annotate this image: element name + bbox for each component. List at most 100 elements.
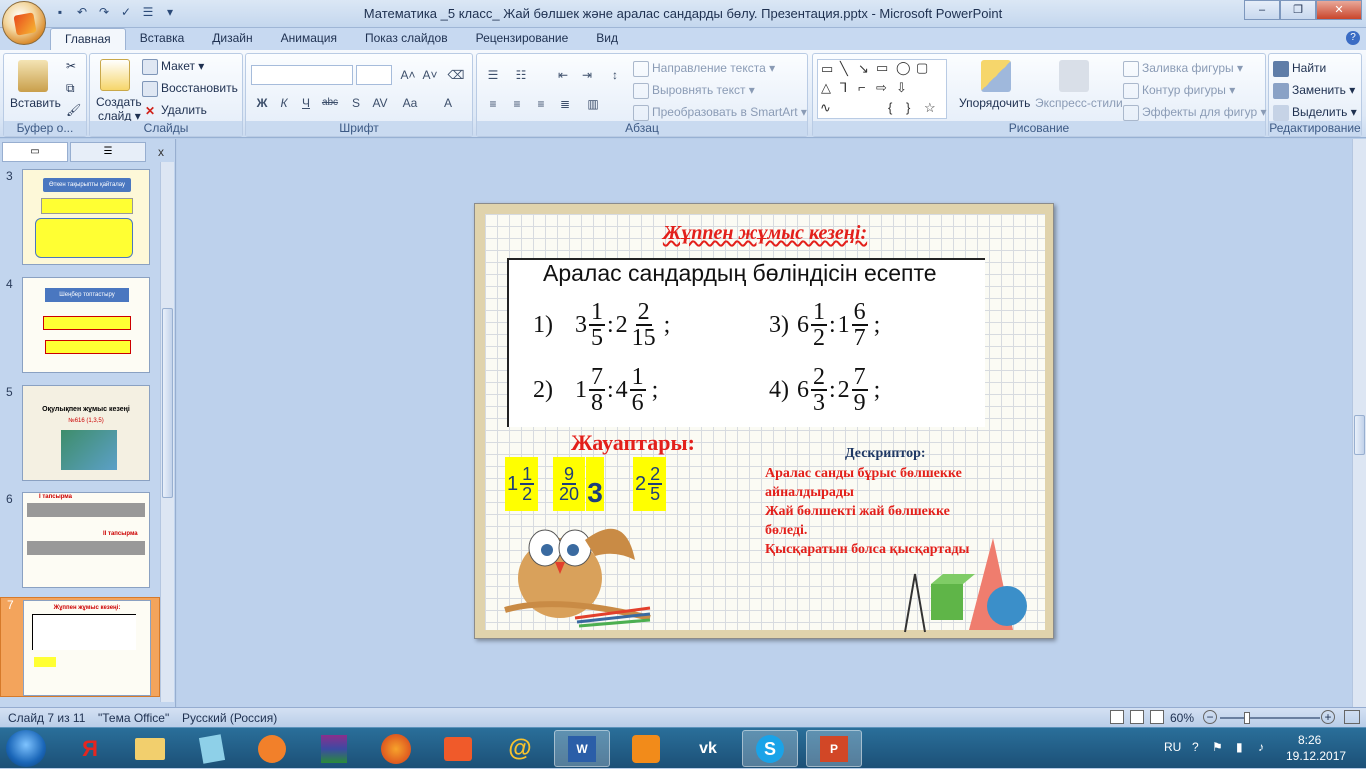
spacing-icon[interactable]: AV bbox=[370, 94, 390, 112]
align-text-button[interactable]: Выровнять текст ▾ bbox=[633, 83, 755, 99]
mail-app-icon[interactable]: @ bbox=[492, 730, 548, 767]
slide-title[interactable]: Жұппен жұмыс кезеңі: bbox=[475, 222, 1053, 245]
line-shape-icon[interactable]: ╲ bbox=[840, 61, 848, 77]
zoom-slider[interactable] bbox=[1220, 717, 1320, 719]
strikethrough-icon[interactable]: abc bbox=[320, 94, 340, 112]
arrange-button[interactable]: Упорядочить bbox=[959, 96, 1030, 110]
winrar-icon[interactable] bbox=[306, 730, 362, 767]
answers-title[interactable]: Жауаптары: bbox=[571, 430, 695, 456]
powerpoint-icon[interactable]: P bbox=[806, 730, 862, 767]
clock-time[interactable]: 8:26 bbox=[1298, 733, 1321, 747]
close-button[interactable]: ✕ bbox=[1316, 0, 1362, 20]
brace-right-shape-icon[interactable]: } bbox=[906, 100, 910, 115]
tab-design[interactable]: Дизайн bbox=[198, 28, 266, 50]
arrow-shape-icon[interactable]: ↘ bbox=[858, 61, 869, 77]
thumbnail-slide-3[interactable]: 3 Өткен тақырыпты қайталау bbox=[0, 169, 160, 271]
line-spacing-icon[interactable]: ↕ bbox=[605, 66, 625, 84]
tab-insert[interactable]: Вставка bbox=[126, 28, 199, 50]
editor-scrollbar[interactable] bbox=[1352, 139, 1366, 707]
media-player-icon[interactable] bbox=[244, 730, 300, 767]
new-slide-button[interactable]: Создать bbox=[96, 95, 142, 109]
curve-shape-icon[interactable]: ∿ bbox=[820, 100, 831, 116]
tab-slideshow[interactable]: Показ слайдов bbox=[351, 28, 462, 50]
shadow-icon[interactable]: S bbox=[346, 94, 366, 112]
brace-left-shape-icon[interactable]: { bbox=[888, 100, 892, 115]
thumbnail-slide-5[interactable]: 5 Оқулықпен жұмыс кезеңі №616 (1,3,5) bbox=[0, 385, 160, 487]
zoom-slider-thumb[interactable] bbox=[1244, 712, 1250, 724]
bold-icon[interactable]: Ж bbox=[252, 94, 272, 112]
scrollbar-thumb[interactable] bbox=[1354, 415, 1365, 455]
increase-indent-icon[interactable]: ⇥ bbox=[577, 66, 597, 84]
font-color-icon[interactable]: A bbox=[438, 94, 458, 112]
language-indicator[interactable]: Русский (Россия) bbox=[182, 711, 277, 725]
decrease-indent-icon[interactable]: ⇤ bbox=[553, 66, 573, 84]
office-button[interactable] bbox=[2, 1, 46, 45]
connector-shape-icon[interactable]: ⅂ bbox=[840, 80, 847, 96]
underline-icon[interactable]: Ч bbox=[296, 94, 316, 112]
skype-icon[interactable]: S bbox=[742, 730, 798, 767]
numbering-icon[interactable]: ☷ bbox=[511, 66, 531, 84]
select-button[interactable]: Выделить ▾ bbox=[1273, 105, 1357, 121]
align-left-icon[interactable]: ≡ bbox=[483, 95, 503, 113]
replace-button[interactable]: Заменить ▾ bbox=[1273, 83, 1355, 99]
thumbnails-scrollbar[interactable] bbox=[160, 162, 174, 702]
clock-date[interactable]: 19.12.2017 bbox=[1286, 749, 1346, 763]
clear-format-icon[interactable]: ⌫ bbox=[446, 66, 466, 84]
tray-volume-icon[interactable]: ♪ bbox=[1258, 740, 1264, 754]
down-arrow-shape-icon[interactable]: ⇩ bbox=[896, 80, 907, 96]
file-explorer-icon[interactable] bbox=[122, 730, 178, 767]
oval-shape-icon[interactable]: ◯ bbox=[896, 60, 911, 76]
align-right-icon[interactable]: ≡ bbox=[531, 95, 551, 113]
triangle-shape-icon[interactable]: △ bbox=[821, 80, 831, 96]
format-painter-icon[interactable]: 🖌 bbox=[66, 103, 81, 117]
store-icon[interactable] bbox=[430, 730, 486, 767]
text-direction-button[interactable]: Направление текста ▾ bbox=[633, 61, 775, 77]
shape-outline-button[interactable]: Контур фигуры ▾ bbox=[1123, 83, 1235, 99]
font-size-combo[interactable] bbox=[356, 65, 392, 85]
firefox-icon[interactable] bbox=[368, 730, 424, 767]
shape-fill-button[interactable]: Заливка фигуры ▾ bbox=[1123, 61, 1243, 77]
zoom-in-icon[interactable]: + bbox=[1321, 710, 1335, 724]
normal-view-icon[interactable] bbox=[1110, 710, 1124, 724]
right-arrow-shape-icon[interactable]: ⇨ bbox=[876, 80, 887, 96]
rounded-rect-shape-icon[interactable]: ▢ bbox=[916, 60, 928, 76]
justify-icon[interactable]: ≣ bbox=[555, 95, 575, 113]
smartart-button[interactable]: Преобразовать в SmartArt ▾ bbox=[633, 105, 807, 121]
fit-to-window-icon[interactable] bbox=[1344, 710, 1360, 724]
zoom-level[interactable]: 60% bbox=[1170, 711, 1194, 725]
shape-effects-button[interactable]: Эффекты для фигур ▾ bbox=[1123, 105, 1267, 121]
word-icon[interactable]: W bbox=[554, 730, 610, 767]
copy-icon[interactable]: ⧉ bbox=[66, 81, 75, 96]
task-image[interactable]: Аралас сандардың бөліндісін есепте 1) 3 … bbox=[507, 258, 985, 427]
slide-canvas[interactable]: Жұппен жұмыс кезеңі: Аралас сандардың бө… bbox=[474, 203, 1054, 639]
columns-icon[interactable]: ▥ bbox=[583, 95, 603, 113]
scrollbar-thumb[interactable] bbox=[162, 308, 173, 498]
bullets-icon[interactable]: ☰ bbox=[483, 66, 503, 84]
elbow-shape-icon[interactable]: ⌐ bbox=[858, 80, 866, 95]
arrange-icon[interactable] bbox=[981, 60, 1011, 92]
notes-app-icon[interactable] bbox=[184, 730, 240, 767]
maximize-button[interactable]: ❐ bbox=[1280, 0, 1316, 20]
start-button[interactable] bbox=[6, 730, 46, 767]
slideshow-icon[interactable] bbox=[1150, 710, 1164, 724]
tray-flag-icon[interactable]: ⚑ bbox=[1212, 740, 1223, 754]
layout-button[interactable]: Макет ▾ bbox=[142, 59, 204, 75]
reset-button[interactable]: Восстановить bbox=[142, 81, 238, 97]
odnoklassniki-icon[interactable] bbox=[618, 730, 674, 767]
descriptor-title[interactable]: Дескриптор: bbox=[845, 446, 926, 462]
find-button[interactable]: Найти bbox=[1273, 61, 1326, 77]
quick-styles-icon[interactable] bbox=[1059, 60, 1089, 92]
star-shape-icon[interactable]: ☆ bbox=[924, 100, 936, 116]
theme-name[interactable]: "Тема Office" bbox=[98, 711, 169, 725]
input-language[interactable]: RU bbox=[1164, 740, 1181, 754]
tab-home[interactable]: Главная bbox=[50, 28, 126, 50]
textbox-shape-icon[interactable]: ▭ bbox=[821, 61, 833, 77]
paste-button[interactable]: Вставить bbox=[10, 96, 61, 110]
tray-network-icon[interactable]: ▮ bbox=[1236, 740, 1243, 754]
tab-slides-view[interactable]: ▭ bbox=[2, 142, 68, 162]
yandex-browser-icon[interactable]: Я bbox=[62, 730, 118, 767]
font-name-combo[interactable] bbox=[251, 65, 353, 85]
thumbnail-slide-7[interactable]: 7 Жұппен жұмыс кезеңі: bbox=[0, 597, 160, 697]
delete-button[interactable]: ✕ Удалить bbox=[142, 103, 207, 119]
vk-icon[interactable]: vk bbox=[680, 730, 736, 767]
